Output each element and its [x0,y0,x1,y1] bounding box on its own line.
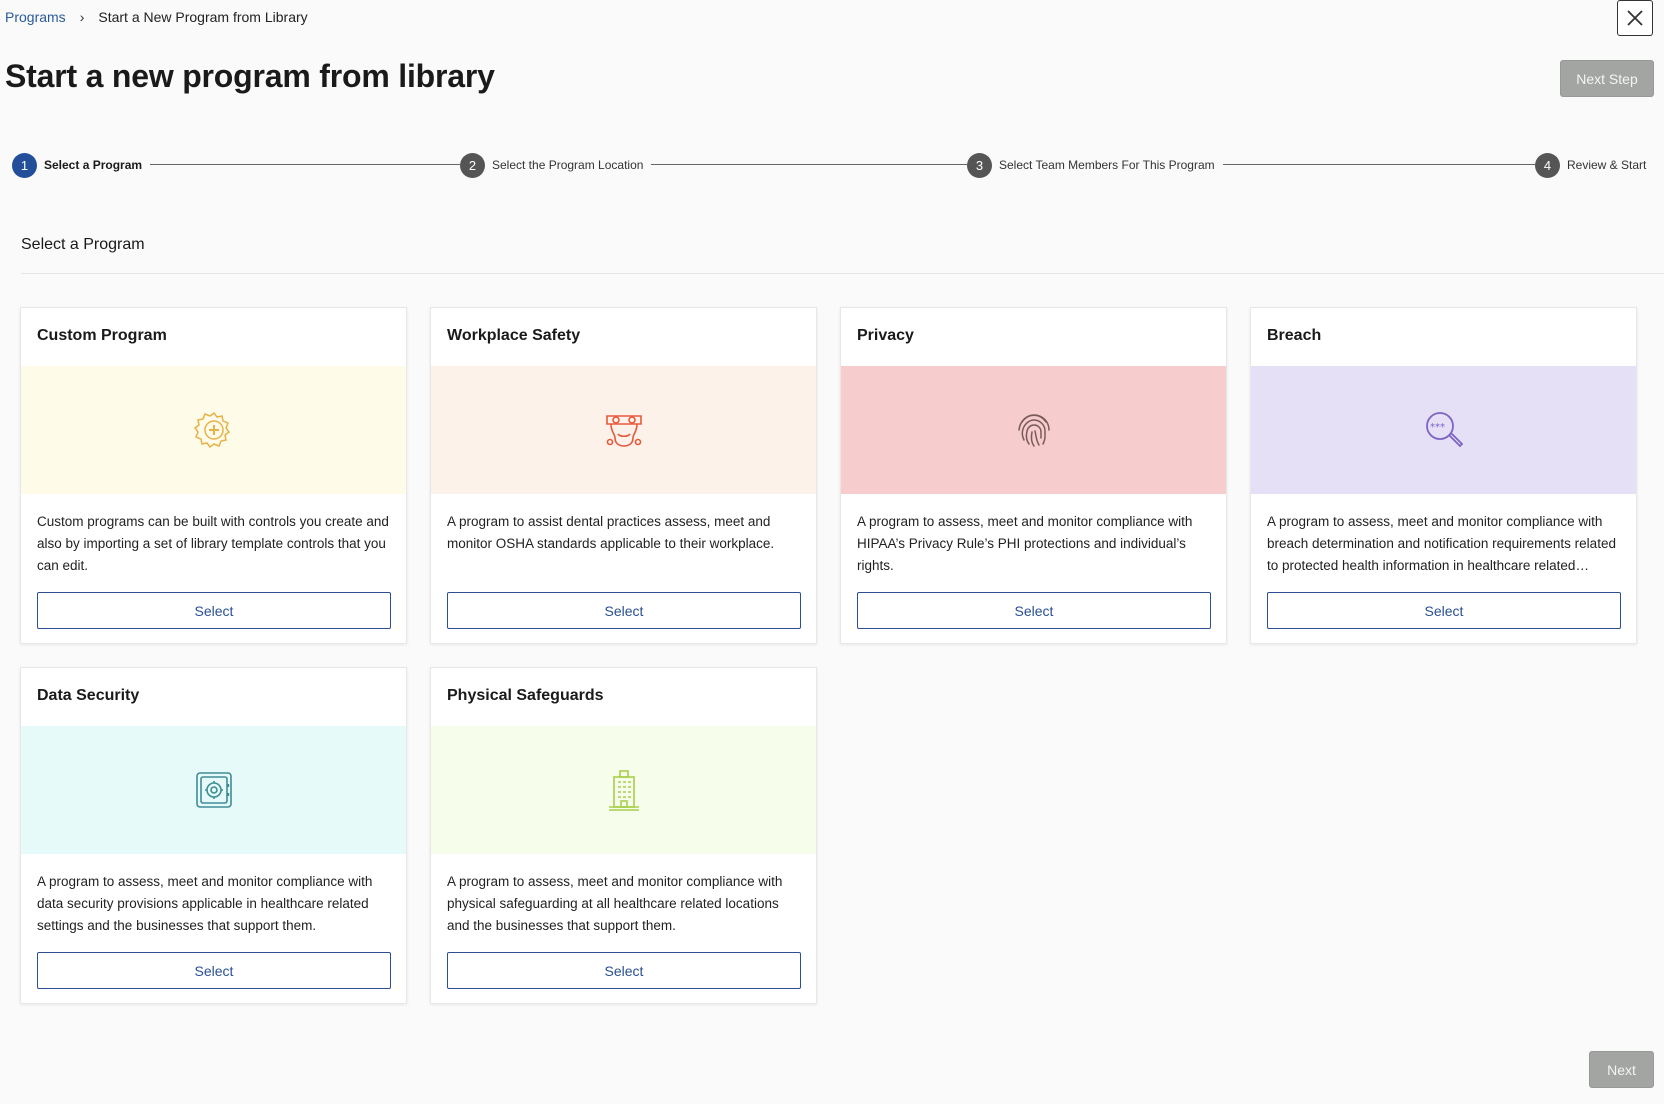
safe-vault-icon [195,772,232,808]
step-number: 1 [12,152,37,178]
card-description: A program to assess, meet and monitor co… [1267,514,1616,573]
card-banner [21,726,406,854]
card-title: Custom Program [37,327,167,344]
card-title: Data Security [37,687,140,704]
step-review-start[interactable]: 4 Review & Start [1535,152,1655,178]
card-description: A program to assess, meet and monitor co… [857,514,1193,573]
card-description: A program to assist dental practices ass… [447,514,775,551]
select-data-security-button[interactable]: Select [37,952,391,989]
step-number: 3 [967,152,992,178]
step-number: 2 [460,152,485,178]
card-banner: *** [1251,366,1636,494]
step-number: 4 [1535,152,1560,178]
program-card-physical-safeguards: Physical Safeguards A program to assess,… [430,667,817,1004]
program-card-privacy: Privacy A program to assess, meet and mo… [840,307,1227,644]
select-physical-safeguards-button[interactable]: Select [447,952,801,989]
section-divider [21,273,1664,274]
card-title: Workplace Safety [447,327,581,344]
step-label: Review & Start [1567,158,1647,172]
card-banner [21,366,406,494]
card-banner [431,726,816,854]
card-title: Breach [1267,327,1322,344]
breadcrumb-programs-link[interactable]: Programs [5,9,66,25]
stepper-connector [145,164,465,165]
step-program-location[interactable]: 2 Select the Program Location [460,152,652,178]
program-card-custom: Custom Program Custom programs can be bu… [20,307,407,644]
select-privacy-button[interactable]: Select [857,592,1211,629]
select-breach-button[interactable]: Select [1267,592,1621,629]
close-button[interactable] [1617,0,1653,36]
step-team-members[interactable]: 3 Select Team Members For This Program [967,152,1223,178]
breadcrumb-current: Start a New Program from Library [98,9,308,25]
stepper-connector [648,164,975,165]
step-label: Select the Program Location [492,158,644,172]
program-card-data-security: Data Security A program to assess, meet … [20,667,407,1004]
next-button[interactable]: Next [1589,1051,1654,1088]
stepper-connector [1220,164,1538,165]
step-select-program[interactable]: 1 Select a Program [12,152,151,178]
step-label: Select Team Members For This Program [999,158,1215,172]
fingerprint-icon [1017,414,1050,447]
program-card-breach: Breach *** A program to assess, meet and… [1250,307,1637,644]
section-title: Select a Program [21,236,145,253]
card-title: Physical Safeguards [447,687,604,704]
page-title: Start a new program from library [5,58,495,94]
step-label: Select a Program [44,158,143,172]
gear-plus-icon [193,411,230,449]
breadcrumb: Programs › Start a New Program from Libr… [5,9,308,25]
stepper: 1 Select a Program 2 Select the Program … [12,152,1655,178]
card-banner [431,366,816,494]
magnifier-password-icon: *** [1425,412,1463,448]
next-step-button[interactable]: Next Step [1560,60,1654,97]
card-description: Custom programs can be built with contro… [37,514,389,573]
card-banner [841,366,1226,494]
close-icon [1627,10,1643,26]
select-custom-program-button[interactable]: Select [37,592,391,629]
building-icon [608,770,639,811]
chevron-right-icon: › [79,9,85,25]
card-description: A program to assess, meet and monitor co… [37,874,373,933]
card-title: Privacy [857,327,914,344]
card-description: A program to assess, meet and monitor co… [447,874,783,933]
svg-text:***: *** [1430,422,1445,433]
safety-mask-icon [605,415,642,447]
program-card-workplace-safety: Workplace Safety A program to assist den… [430,307,817,644]
select-workplace-safety-button[interactable]: Select [447,592,801,629]
